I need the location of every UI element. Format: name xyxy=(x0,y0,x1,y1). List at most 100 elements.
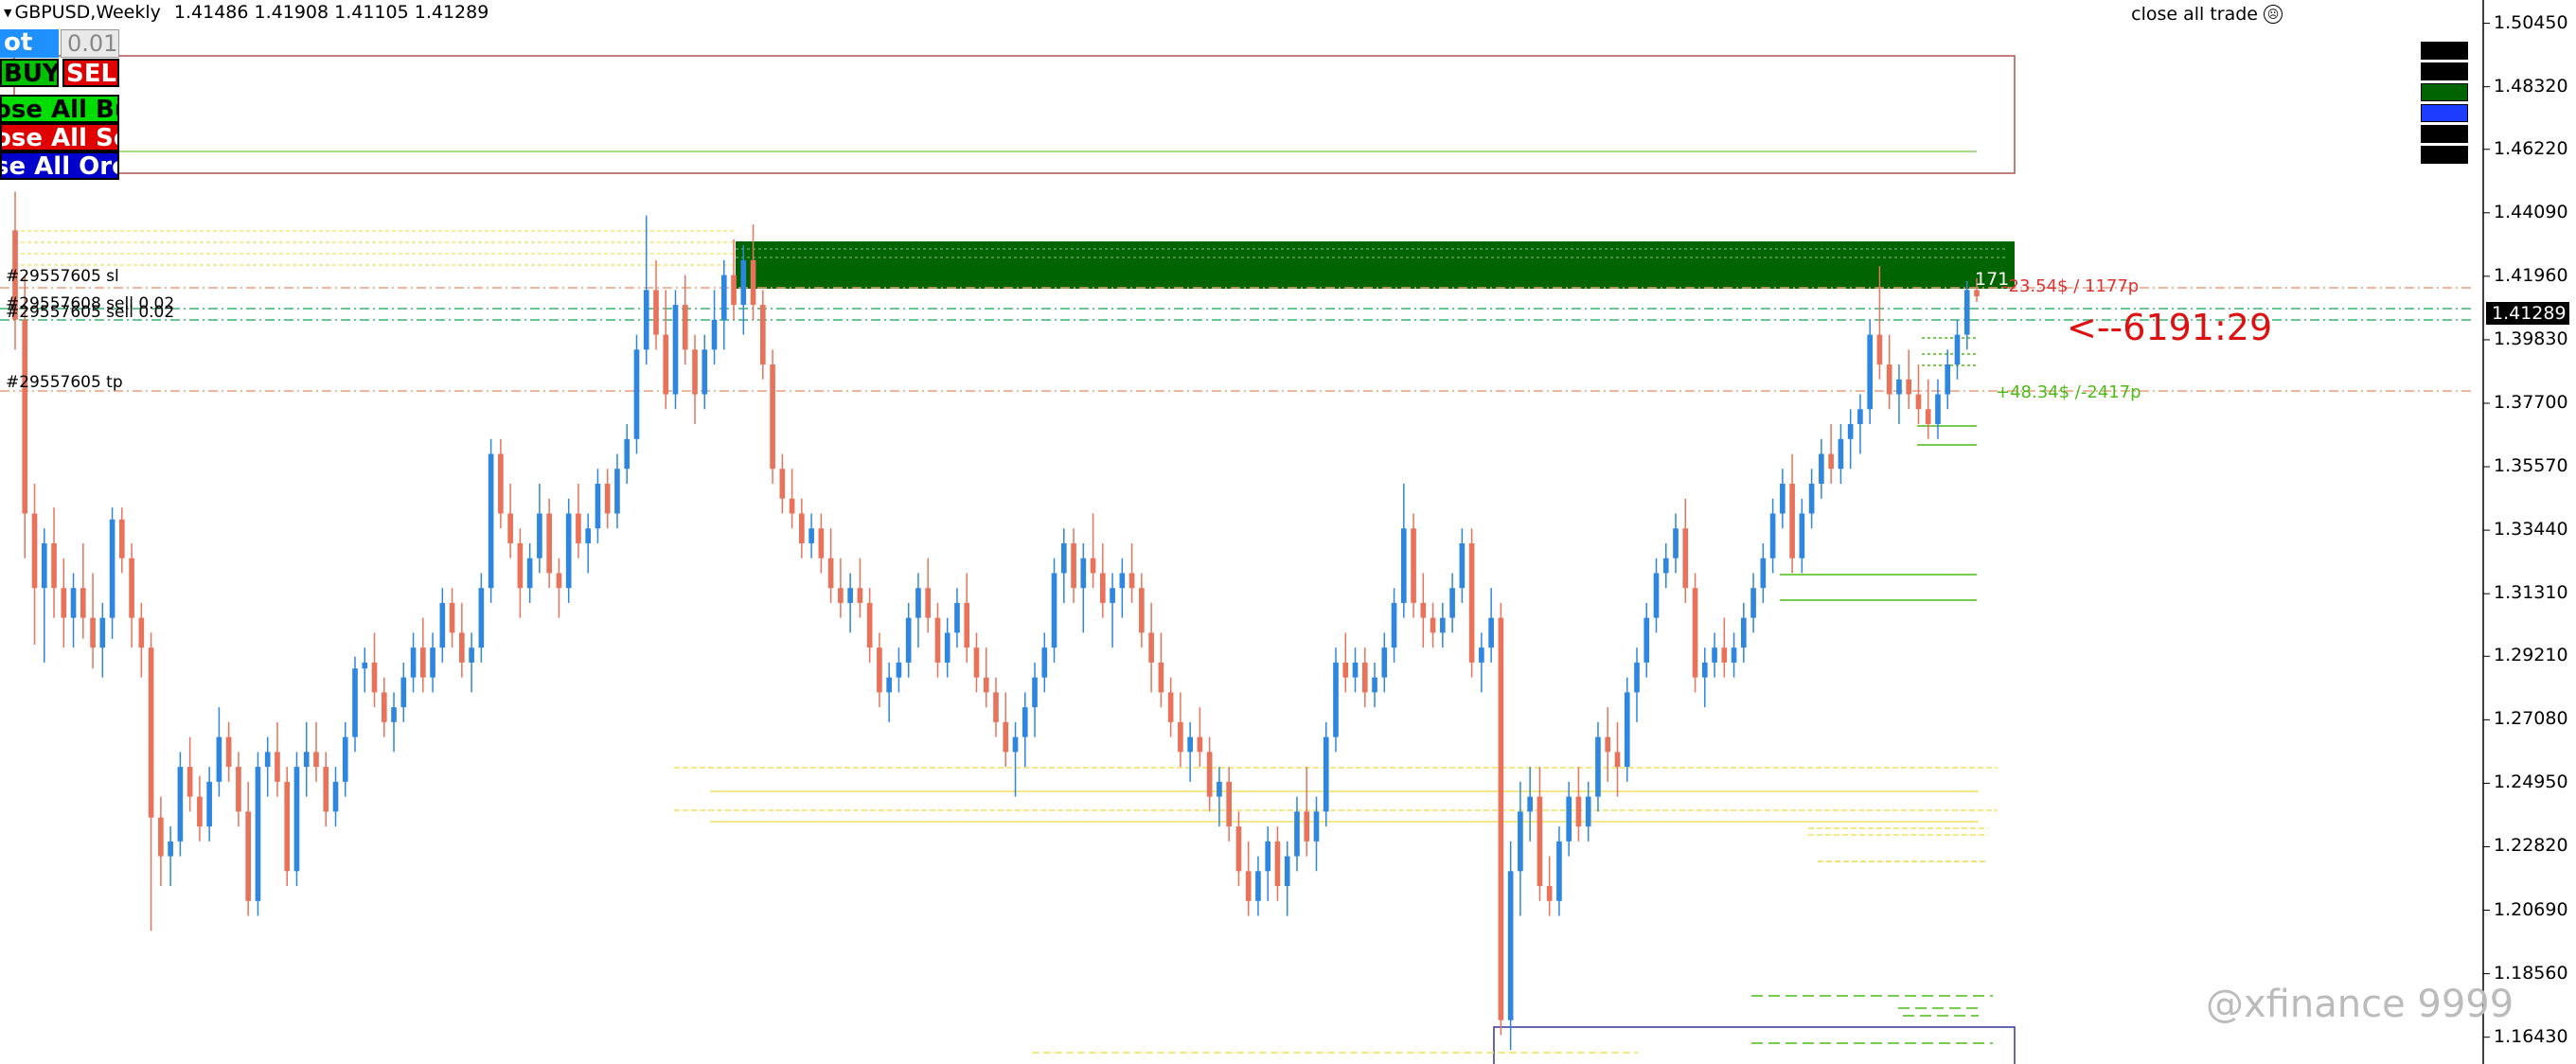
fib-lines-top xyxy=(14,230,736,266)
candle xyxy=(576,483,581,559)
candle xyxy=(1391,588,1397,663)
candle xyxy=(1692,573,1698,693)
candle-body xyxy=(934,617,941,663)
candle-body xyxy=(1128,573,1135,589)
candle-body xyxy=(206,781,212,827)
sell-button[interactable]: SELL xyxy=(62,59,119,87)
candle xyxy=(672,290,679,410)
candle xyxy=(1051,558,1057,663)
candle-body xyxy=(896,662,902,678)
candle-body xyxy=(293,767,300,872)
candle xyxy=(197,775,203,842)
candle-body xyxy=(915,588,921,618)
close-all-orders-button[interactable]: se All Orc xyxy=(0,151,119,180)
candle-body xyxy=(197,796,203,827)
candle-body xyxy=(973,647,980,678)
candle-body xyxy=(1148,632,1154,663)
candle-body xyxy=(1352,662,1359,678)
candle-body xyxy=(818,528,825,559)
candle xyxy=(507,483,513,559)
candle-body xyxy=(449,602,455,633)
candle xyxy=(1100,542,1106,618)
candle-body xyxy=(1838,438,1844,470)
candle xyxy=(323,752,329,827)
candle xyxy=(168,826,173,887)
candle xyxy=(1556,826,1562,916)
candle-body xyxy=(1255,871,1261,901)
candle xyxy=(711,290,718,365)
candle-body xyxy=(576,513,581,543)
candle xyxy=(371,632,378,708)
close-all-trade-button[interactable]: close all trade ☹ xyxy=(2131,4,2283,25)
candle xyxy=(1148,602,1154,693)
candle-body xyxy=(469,647,474,663)
candle-body xyxy=(1935,394,1941,425)
candle-body xyxy=(1769,513,1776,559)
candle xyxy=(1634,647,1640,722)
candle-body xyxy=(692,349,698,395)
candle xyxy=(1906,349,1912,410)
candle xyxy=(400,662,407,722)
candle-body xyxy=(1391,602,1397,648)
candle xyxy=(1274,826,1281,901)
candle xyxy=(896,647,902,693)
candle xyxy=(1857,394,1863,454)
candle xyxy=(1838,424,1844,484)
candle-body xyxy=(905,617,912,663)
candle-body xyxy=(419,647,426,678)
candle-body xyxy=(1090,558,1096,574)
candle-body xyxy=(1265,841,1271,872)
candle-body xyxy=(1313,811,1320,842)
candle-body xyxy=(1605,736,1611,753)
candle-body xyxy=(1634,662,1640,693)
candle-body xyxy=(168,841,173,857)
candle xyxy=(225,721,232,782)
candle-body xyxy=(1479,647,1484,663)
candle-body xyxy=(1819,453,1824,484)
candle xyxy=(1284,841,1290,916)
candle xyxy=(653,259,659,350)
candle-body xyxy=(1886,364,1892,395)
close-all-buy-button[interactable]: ose All Bu xyxy=(0,95,119,123)
candle-body xyxy=(604,483,611,514)
candle-body xyxy=(41,542,47,589)
candle xyxy=(1323,721,1329,827)
axis-tick-label: 1.41960 xyxy=(2494,264,2568,286)
candle-body xyxy=(332,781,339,812)
candle xyxy=(1605,707,1611,782)
candle-body xyxy=(682,305,688,350)
candle-body xyxy=(1867,334,1873,410)
candle xyxy=(750,224,756,320)
lot-label: ot xyxy=(0,29,59,58)
candle-body xyxy=(847,588,853,603)
candle xyxy=(1935,379,1941,439)
candle xyxy=(1828,424,1834,484)
candle-body xyxy=(983,677,989,693)
candle-body xyxy=(1381,647,1388,678)
close-all-sell-button[interactable]: ose All Se xyxy=(0,123,119,151)
candle xyxy=(1197,707,1203,768)
candle xyxy=(1915,364,1922,425)
candle xyxy=(1071,528,1076,603)
candle xyxy=(1449,573,1455,633)
lot-size-input[interactable]: 0.01 xyxy=(61,29,119,58)
candle xyxy=(1566,781,1572,857)
candle-body xyxy=(31,513,38,589)
candle-body xyxy=(672,305,679,395)
candle xyxy=(1789,453,1795,574)
candle xyxy=(1819,438,1824,499)
candle-body xyxy=(1449,588,1455,618)
price-chart[interactable] xyxy=(0,0,2576,1064)
collapse-triangle-icon[interactable]: ▼ xyxy=(4,7,11,19)
buy-button[interactable]: BUY xyxy=(0,59,59,87)
candle-body xyxy=(1896,379,1902,395)
candle xyxy=(1741,602,1747,663)
candle-body xyxy=(643,290,649,350)
candle-body xyxy=(1080,558,1087,589)
candle-body xyxy=(216,736,222,782)
candle xyxy=(99,602,106,678)
candle-body xyxy=(1828,453,1834,470)
symbol-label: GBPUSD,Weekly xyxy=(14,2,161,23)
candle xyxy=(1012,721,1019,797)
candle xyxy=(1507,841,1514,1051)
